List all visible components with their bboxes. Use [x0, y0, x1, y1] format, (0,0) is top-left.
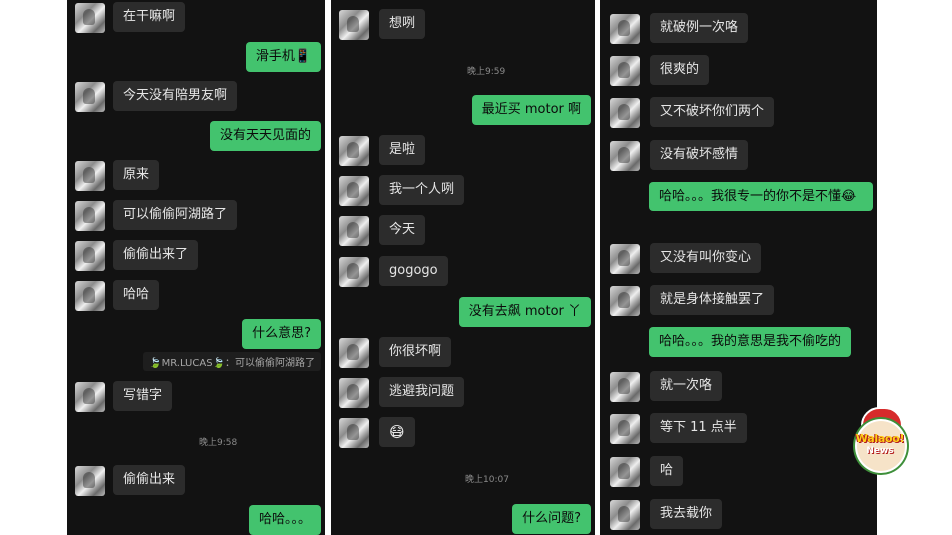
message-incoming[interactable]: 偷偷出来	[113, 465, 186, 495]
message-incoming[interactable]: 我去载你	[650, 499, 723, 529]
message-incoming[interactable]: 逃避我问题	[379, 377, 465, 407]
contact-avatar[interactable]	[75, 201, 105, 231]
message-outgoing[interactable]: 哈哈。。。	[248, 505, 321, 535]
message-incoming[interactable]: 可以偷偷阿湖路了	[113, 200, 238, 230]
message-incoming[interactable]: 我一个人咧	[379, 175, 465, 205]
contact-avatar[interactable]	[610, 98, 640, 128]
message-incoming[interactable]: 今天	[379, 215, 426, 245]
contact-avatar[interactable]	[75, 3, 105, 33]
message-outgoing[interactable]: 滑手机📱	[245, 42, 321, 72]
message-incoming[interactable]: 是啦	[379, 135, 426, 165]
contact-avatar[interactable]	[610, 372, 640, 402]
timestamp: 晚上9:59	[467, 67, 506, 77]
contact-avatar[interactable]	[610, 14, 640, 44]
contact-avatar[interactable]	[339, 136, 369, 166]
message-incoming[interactable]: 偷偷出来了	[113, 240, 199, 270]
message-incoming[interactable]: 就是身体接触罢了	[650, 285, 775, 315]
contact-avatar[interactable]	[610, 141, 640, 171]
message-incoming[interactable]: 原来	[113, 160, 160, 190]
chat-panel-1: 在干嘛啊 滑手机📱 今天没有陪男友啊 没有天天见面的 原来 可以偷偷阿湖路了 偷…	[67, 0, 325, 535]
chat-panel-3: 就破例一次咯 很爽的 又不破坏你们两个 没有破坏感情 哈哈。。。我很专一的你不是…	[600, 0, 877, 535]
walaoo-news-logo: Walaoo! News	[845, 405, 915, 480]
contact-avatar[interactable]	[610, 414, 640, 444]
contact-avatar[interactable]	[75, 382, 105, 412]
message-incoming[interactable]: 你很坏啊	[379, 337, 452, 367]
message-incoming[interactable]: 又不破坏你们两个	[650, 97, 775, 127]
timestamp: 晚上9:58	[199, 438, 238, 448]
contact-avatar[interactable]	[610, 457, 640, 487]
message-incoming[interactable]: 写错字	[113, 381, 173, 411]
message-incoming[interactable]: 想咧	[379, 9, 426, 39]
chat-panel-2: 想咧 晚上9:59 最近买 motor 啊 是啦 我一个人咧 今天 gogogo…	[331, 0, 595, 535]
contact-avatar[interactable]	[339, 10, 369, 40]
message-incoming[interactable]: 今天没有陪男友啊	[113, 81, 238, 111]
message-incoming[interactable]: 就一次咯	[650, 371, 723, 401]
contact-avatar[interactable]	[610, 244, 640, 274]
contact-avatar[interactable]	[75, 281, 105, 311]
message-outgoing[interactable]: 没有去飙 motor 丫	[458, 297, 591, 327]
message-incoming[interactable]: 等下 11 点半	[650, 413, 747, 443]
contact-avatar[interactable]	[339, 216, 369, 246]
message-incoming[interactable]: 没有破坏感情	[650, 140, 749, 170]
timestamp: 晚上10:07	[465, 475, 509, 485]
logo-title: Walaoo!	[855, 432, 905, 445]
message-outgoing[interactable]: 哈哈。。。我的意思是我不偷吃的	[649, 327, 852, 357]
message-incoming[interactable]: 哈哈	[113, 280, 160, 310]
contact-avatar[interactable]	[339, 378, 369, 408]
message-outgoing[interactable]: 什么意思?	[242, 319, 321, 349]
message-outgoing[interactable]: 什么问题?	[512, 504, 591, 534]
message-incoming[interactable]: 很爽的	[650, 55, 710, 85]
message-incoming[interactable]: 就破例一次咯	[650, 13, 749, 43]
contact-avatar[interactable]	[610, 286, 640, 316]
message-outgoing[interactable]: 最近买 motor 啊	[471, 95, 591, 125]
contact-avatar[interactable]	[339, 257, 369, 287]
message-incoming[interactable]: gogogo	[379, 256, 448, 286]
contact-avatar[interactable]	[75, 466, 105, 496]
contact-avatar[interactable]	[339, 176, 369, 206]
message-incoming[interactable]: 哈	[650, 456, 684, 486]
contact-avatar[interactable]	[75, 161, 105, 191]
sick-emoji-message[interactable]: 😷	[379, 417, 415, 447]
message-incoming[interactable]: 又没有叫你变心	[650, 243, 762, 273]
message-outgoing[interactable]: 没有天天见面的	[209, 121, 321, 151]
message-incoming[interactable]: 在干嘛啊	[113, 2, 186, 32]
contact-avatar[interactable]	[610, 500, 640, 530]
message-outgoing[interactable]: 哈哈。。。我很专一的你不是不懂😂	[649, 182, 873, 211]
quoted-message[interactable]: 🍃MR.LUCAS🍃：可以偷偷阿湖路了	[143, 352, 321, 371]
contact-avatar[interactable]	[339, 338, 369, 368]
contact-avatar[interactable]	[75, 241, 105, 271]
logo-subtitle: News	[866, 446, 894, 456]
contact-avatar[interactable]	[610, 56, 640, 86]
contact-avatar[interactable]	[339, 418, 369, 448]
contact-avatar[interactable]	[75, 82, 105, 112]
